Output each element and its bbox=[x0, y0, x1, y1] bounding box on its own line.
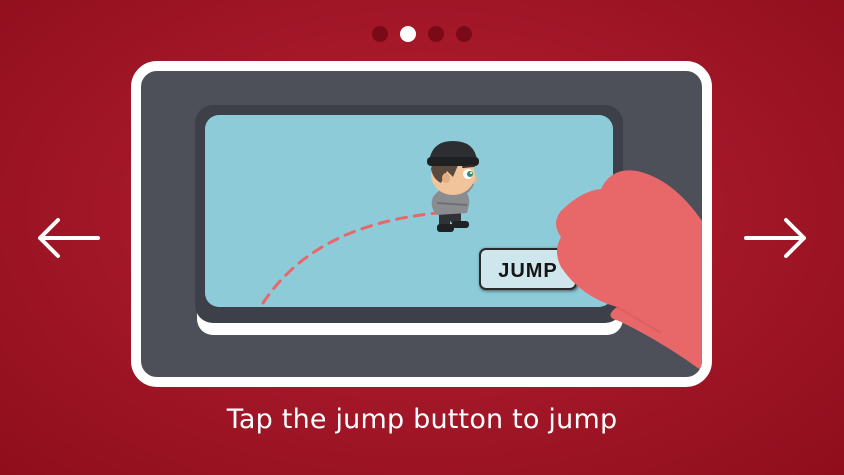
pagination-dot-1[interactable] bbox=[372, 26, 388, 42]
pagination-dots bbox=[0, 26, 844, 42]
hand-illustration bbox=[556, 170, 702, 371]
tutorial-caption: Tap the jump button to jump bbox=[226, 404, 618, 435]
next-button[interactable] bbox=[742, 210, 808, 266]
tutorial-illustration: JUMP bbox=[195, 105, 702, 371]
tutorial-illustration-frame: JUMP bbox=[131, 61, 712, 387]
pagination-dot-3[interactable] bbox=[428, 26, 444, 42]
jump-button-label: JUMP bbox=[498, 260, 558, 282]
arrow-left-icon bbox=[38, 218, 100, 258]
prev-button[interactable] bbox=[36, 210, 102, 266]
pagination-dot-2-active[interactable] bbox=[400, 26, 416, 42]
game-screen: JUMP bbox=[205, 115, 613, 307]
arrow-right-icon bbox=[744, 218, 806, 258]
pagination-dot-4[interactable] bbox=[456, 26, 472, 42]
